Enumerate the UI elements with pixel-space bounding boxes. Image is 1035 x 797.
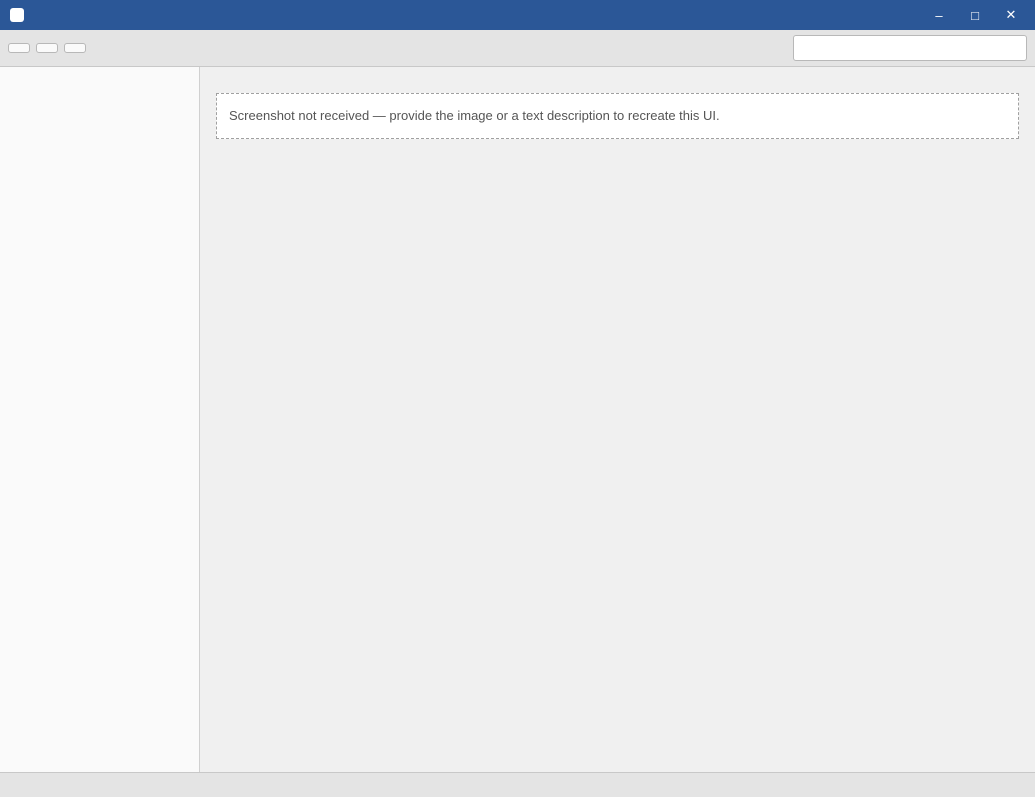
content-area: Screenshot not received — provide the im… xyxy=(0,67,1035,772)
toolbar-button-1[interactable] xyxy=(8,43,30,53)
toolbar-button-3[interactable] xyxy=(64,43,86,53)
app-icon xyxy=(10,8,24,22)
toolbar xyxy=(0,30,1035,67)
sidebar-item-2[interactable] xyxy=(0,87,199,99)
main-panel: Screenshot not received — provide the im… xyxy=(200,67,1035,772)
close-icon[interactable]: ✕ xyxy=(997,7,1025,23)
search-input[interactable] xyxy=(793,35,1027,61)
sidebar xyxy=(0,67,200,772)
toolbar-button-2[interactable] xyxy=(36,43,58,53)
sidebar-item-4[interactable] xyxy=(0,111,199,123)
sidebar-item-3[interactable] xyxy=(0,99,199,111)
missing-image-notice: Screenshot not received — provide the im… xyxy=(216,93,1019,139)
title-bar: – □ ✕ xyxy=(0,0,1035,30)
minimize-icon[interactable]: – xyxy=(925,8,953,23)
status-bar xyxy=(0,772,1035,797)
maximize-icon[interactable]: □ xyxy=(961,8,989,23)
sidebar-item-1[interactable] xyxy=(0,75,199,87)
